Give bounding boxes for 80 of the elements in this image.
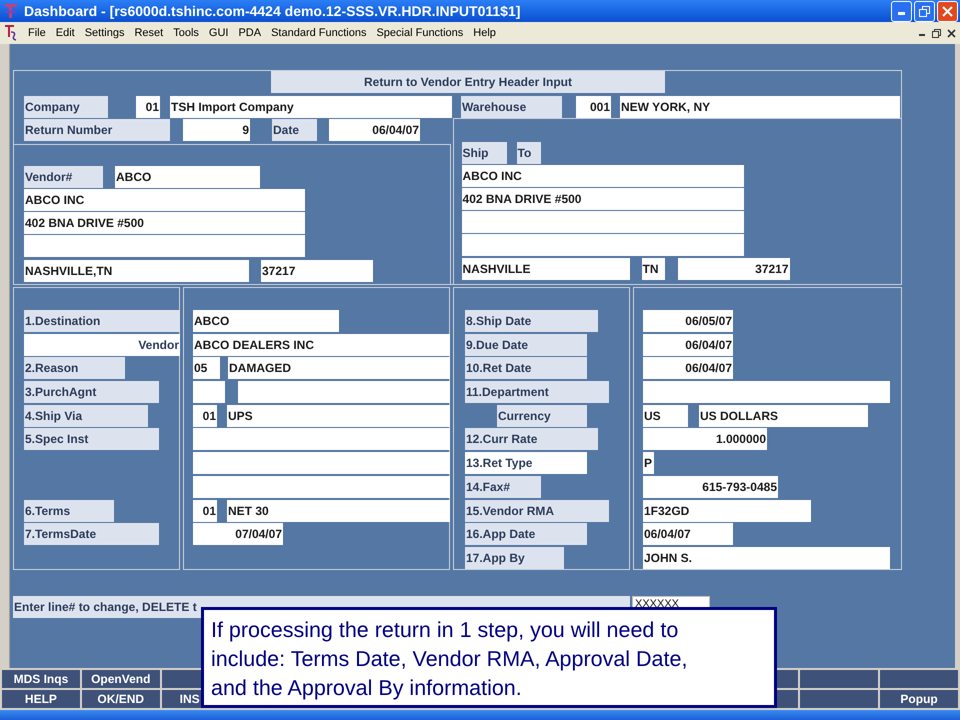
text-field[interactable]: 06/04/07 [643, 334, 733, 356]
text-field[interactable]: 615-793-0485 [643, 476, 778, 498]
text-field[interactable]: 05 [193, 357, 220, 380]
text-field[interactable]: 402 BNA DRIVE #500 [462, 188, 744, 210]
text-field[interactable]: ABCO [193, 310, 339, 332]
field-label: Ship [462, 142, 507, 164]
text-field[interactable]: 06/05/07 [643, 310, 733, 332]
field-label: 15.Vendor RMA [465, 500, 609, 522]
text-field[interactable]: UPS [227, 404, 450, 427]
field-label: Vendor# [24, 166, 103, 188]
menu-item[interactable]: Tools [168, 24, 204, 42]
field-label: 3.PurchAgnt [24, 381, 159, 404]
field-label: 1.Destination [24, 310, 180, 332]
text-field[interactable]: DAMAGED [228, 357, 450, 380]
text-field[interactable]: TN [642, 258, 665, 280]
text-field[interactable]: NASHVILLE [462, 258, 630, 280]
function-key[interactable]: HELP [2, 690, 80, 708]
text-field[interactable]: US [643, 404, 688, 427]
text-field[interactable]: NASHVILLE,TN [24, 260, 249, 282]
field-label: 11.Department [465, 381, 609, 404]
field-label: 17.App By [465, 546, 564, 569]
field-label: Return Number [24, 119, 170, 141]
field-label: 16.App Date [465, 523, 587, 546]
text-field[interactable]: ABCO INC [462, 165, 744, 187]
text-field[interactable]: 06/04/07 [329, 119, 420, 141]
menu-item[interactable]: GUI [204, 24, 234, 42]
field-label: 7.TermsDate [24, 523, 159, 546]
text-field[interactable]: 01 [136, 96, 160, 118]
text-field[interactable]: ABCO DEALERS INC [193, 334, 450, 356]
text-field[interactable]: JOHN S. [643, 546, 890, 569]
menu-item[interactable]: Standard Functions [266, 24, 372, 42]
text-field[interactable]: 06/04/07 [643, 523, 733, 546]
text-field[interactable]: 01 [193, 500, 217, 522]
text-field[interactable]: 06/04/07 [643, 357, 733, 380]
field-label: 8.Ship Date [465, 310, 598, 332]
field-label: Warehouse [461, 96, 562, 118]
text-field[interactable]: 37217 [678, 258, 790, 280]
text-field[interactable]: 1F32GD [643, 500, 811, 522]
text-field[interactable]: US DOLLARS [699, 404, 868, 427]
text-field[interactable]: NET 30 [227, 500, 450, 522]
form-title: Return to Vendor Entry Header Input [271, 71, 665, 93]
text-field[interactable]: 402 BNA DRIVE #500 [24, 212, 305, 234]
function-key[interactable]: OpenVend [82, 670, 160, 688]
function-key[interactable]: OK/END [82, 690, 160, 708]
field-label: 2.Reason [24, 357, 125, 380]
field-label: 13.Ret Type [465, 452, 587, 474]
text-field[interactable]: ABCO INC [24, 189, 305, 211]
field-label: To [516, 142, 541, 164]
text-field[interactable]: NEW YORK, NY [620, 96, 900, 118]
text-field[interactable]: ABCO [115, 166, 260, 188]
instruction-tooltip: If processing the return in 1 step, you will need to include: Terms Date, Vendor RMA, Approval Date, and the Approval By information. [201, 607, 777, 708]
field-label: 4.Ship Via [24, 404, 148, 427]
field-label: Currency [497, 404, 587, 427]
field-label: 9.Due Date [465, 334, 587, 356]
text-field[interactable]: 07/04/07 [193, 523, 283, 546]
field-label: 12.Curr Rate [465, 428, 598, 450]
menu-item[interactable]: Help [468, 24, 501, 42]
menu-item[interactable]: File [23, 24, 51, 42]
field-label: Company [24, 96, 108, 118]
field-label: Vendor [24, 334, 180, 356]
menu-item[interactable]: Settings [80, 24, 130, 42]
field-label: 5.Spec Inst [24, 428, 159, 450]
text-field[interactable]: 01 [193, 404, 217, 427]
menu-item[interactable]: Reset [129, 24, 168, 42]
field-label: 14.Fax# [465, 476, 541, 498]
text-field[interactable]: 001 [576, 96, 611, 118]
menu-item[interactable]: PDA [233, 24, 266, 42]
field-label: 10.Ret Date [465, 357, 587, 380]
menu-item[interactable]: Edit [50, 24, 80, 42]
field-label: Date [272, 119, 317, 141]
function-key[interactable]: MDS Inqs [2, 670, 80, 688]
text-field[interactable]: P [643, 452, 654, 474]
menu-item[interactable]: Special Functions [371, 24, 468, 42]
field-label: 6.Terms [24, 500, 114, 522]
text-field[interactable]: 37217 [261, 260, 373, 282]
text-field[interactable]: 1.000000 [643, 428, 767, 450]
text-field[interactable]: 9 [183, 119, 250, 141]
function-key[interactable]: Popup [880, 690, 958, 708]
text-field[interactable]: TSH Import Company [170, 96, 452, 118]
window-title: Dashboard - [rs6000d.tshinc.com-4424 demo.12-SSS.VR.HDR.INPUT011$1] [24, 2, 520, 21]
